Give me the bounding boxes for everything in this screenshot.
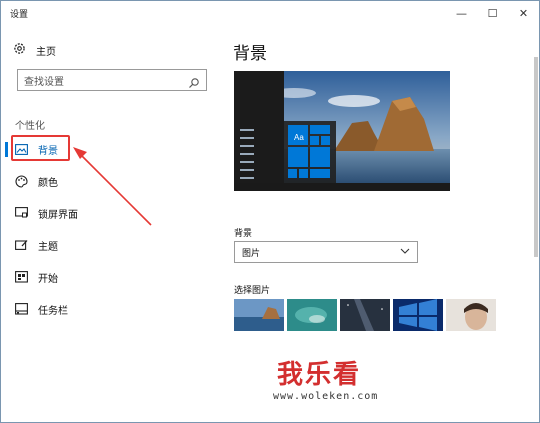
sidebar-item-label: 主题 [38, 241, 58, 253]
maximize-button[interactable]: ☐ [477, 1, 508, 25]
picture-thumbnails [234, 299, 496, 331]
start-icon [15, 271, 28, 284]
sidebar-item-taskbar[interactable]: 任务栏 [1, 295, 217, 323]
sidebar-item-colors[interactable]: 颜色 [1, 167, 217, 195]
sidebar: 主页 查找设置 个性化 背景 颜色 锁屏界面 主题 开始 任务栏 [1, 25, 217, 422]
chevron-down-icon [400, 247, 410, 257]
gear-icon [13, 42, 26, 58]
sidebar-item-label: 任务栏 [38, 305, 68, 317]
close-button[interactable]: ✕ [508, 1, 539, 25]
picture-thumbnail[interactable] [340, 299, 390, 331]
taskbar-icon [15, 303, 28, 316]
active-indicator [5, 142, 8, 157]
background-type-label: 背景 [234, 229, 253, 239]
picture-thumbnail[interactable] [287, 299, 337, 331]
watermark-logo: 我乐看 [277, 360, 362, 390]
preview-tile-text: Aa [294, 133, 304, 142]
home-label: 主页 [36, 46, 56, 58]
title-bar: 设置 — ☐ ✕ [1, 1, 539, 25]
sidebar-item-label: 锁屏界面 [38, 209, 78, 221]
sidebar-item-lock-screen[interactable]: 锁屏界面 [1, 199, 217, 227]
main-content: 背景 Aa 背景 图片 选择图片 [217, 25, 539, 422]
background-type-value: 图片 [242, 248, 261, 259]
watermark-url: www.woleken.com [273, 391, 379, 402]
sidebar-item-label: 颜色 [38, 177, 58, 189]
picture-thumbnail[interactable] [393, 299, 443, 331]
home-link[interactable]: 主页 [13, 42, 56, 58]
picture-thumbnail[interactable] [446, 299, 496, 331]
sidebar-item-themes[interactable]: 主题 [1, 231, 217, 259]
sidebar-item-label: 开始 [38, 273, 58, 285]
sidebar-item-start[interactable]: 开始 [1, 263, 217, 291]
background-type-select[interactable]: 图片 [234, 241, 418, 263]
picture-thumbnail[interactable] [234, 299, 284, 331]
theme-icon [15, 239, 28, 252]
search-placeholder: 查找设置 [24, 76, 64, 88]
scrollbar[interactable] [534, 57, 538, 257]
lock-screen-icon [15, 207, 28, 220]
palette-icon [15, 174, 28, 188]
page-title: 背景 [233, 44, 267, 64]
preview-scene: Aa [234, 71, 450, 191]
search-input[interactable]: 查找设置 [17, 69, 207, 91]
settings-window: 设置 — ☐ ✕ 主页 查找设置 个性化 背景 颜色 锁屏界面 主题 开始 任务… [0, 0, 540, 423]
highlight-box [11, 135, 70, 161]
search-icon[interactable] [188, 74, 200, 88]
window-title: 设置 [10, 9, 29, 20]
background-preview: Aa [234, 71, 450, 191]
minimize-button[interactable]: — [446, 1, 477, 25]
section-label-personalization: 个性化 [15, 121, 45, 132]
choose-picture-label: 选择图片 [234, 286, 271, 296]
